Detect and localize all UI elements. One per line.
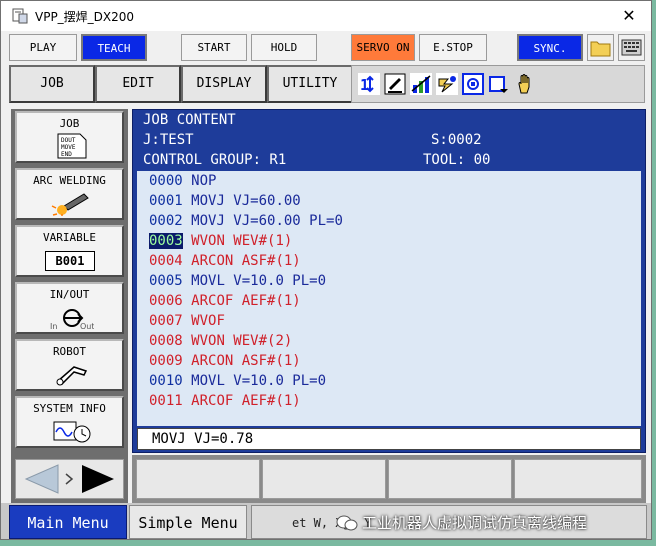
- footer-bar: Main Menu Simple Menu et W, Xg, Y 工业机器人虚…: [1, 503, 651, 539]
- inout-menu-button[interactable]: IN/OUT In Out: [15, 282, 124, 334]
- soft-key-bar: [132, 455, 646, 503]
- close-button[interactable]: ✕: [615, 4, 643, 28]
- arrow-left-icon[interactable]: [20, 463, 64, 495]
- instruction-edit-line[interactable]: MOVJ VJ=0.78: [137, 428, 641, 450]
- robot-menu-button[interactable]: ROBOT: [15, 339, 124, 391]
- job-line[interactable]: 0007 WVOF: [149, 311, 225, 331]
- cycle-icon: [489, 76, 508, 93]
- status-icon-bar: 1: [351, 65, 645, 103]
- step-number: S:0002: [431, 132, 482, 148]
- wechat-icon: [336, 515, 358, 531]
- welding-torch-icon: [51, 193, 89, 216]
- job-menu-label: JOB: [59, 117, 80, 130]
- svg-text:In: In: [50, 322, 57, 330]
- title-bar: VPP_摆焊_DX200 ✕: [1, 1, 651, 31]
- svg-text:DOUT: DOUT: [61, 137, 76, 144]
- svg-text:Out: Out: [80, 322, 94, 330]
- variable-label: VARIABLE: [43, 231, 96, 244]
- soft-key-4[interactable]: [514, 459, 642, 499]
- job-line[interactable]: 0011 ARCOF AEF#(1): [149, 391, 301, 411]
- monitor-icon: [462, 73, 484, 95]
- simple-menu-button[interactable]: Simple Menu: [129, 505, 247, 539]
- soft-key-1[interactable]: [136, 459, 260, 499]
- system-info-icon: [53, 421, 91, 443]
- job-line[interactable]: 0010 MOVL V=10.0 PL=0: [149, 371, 326, 391]
- job-line[interactable]: 0001 MOVJ VJ=60.00: [149, 191, 301, 211]
- job-content-panel: JOB CONTENT J:TEST S:0002 CONTROL GROUP:…: [132, 109, 646, 453]
- system-info-label: SYSTEM INFO: [33, 402, 106, 415]
- control-group: CONTROL GROUP: R1: [143, 152, 287, 168]
- app-icon: [12, 8, 28, 24]
- menu-utility[interactable]: UTILITY: [267, 65, 353, 103]
- link-icon: [65, 473, 74, 485]
- soft-key-2[interactable]: [262, 459, 386, 499]
- pendant-window: VPP_摆焊_DX200 ✕ PLAY TEACH START HOLD SER…: [0, 0, 652, 540]
- job-line[interactable]: 0002 MOVJ VJ=60.00 PL=0: [149, 211, 343, 231]
- coordinate-icon: [410, 73, 432, 95]
- soft-key-3[interactable]: [388, 459, 512, 499]
- job-line-cursor[interactable]: 0003 WVON WEV#(1): [149, 231, 292, 251]
- sync-button[interactable]: SYNC.: [517, 34, 583, 61]
- teach-button[interactable]: TEACH: [81, 34, 147, 61]
- start-button[interactable]: START: [181, 34, 247, 61]
- servo-on-button[interactable]: SERVO ON: [351, 34, 415, 61]
- svg-text:MOVE: MOVE: [61, 144, 76, 151]
- inout-label: IN/OUT: [49, 288, 90, 301]
- job-line-list[interactable]: 0000 NOP 0001 MOVJ VJ=60.00 0002 MOVJ VJ…: [137, 171, 641, 426]
- keyboard-icon[interactable]: [618, 34, 645, 61]
- svg-text:END: END: [61, 151, 72, 158]
- page-arrow-panel: [15, 459, 124, 499]
- system-info-menu-button[interactable]: SYSTEM INFO: [15, 396, 124, 448]
- robot-label: ROBOT: [52, 345, 87, 358]
- inout-icon: In Out: [50, 309, 94, 330]
- menu-display[interactable]: DISPLAY: [181, 65, 267, 103]
- job-line[interactable]: 0000 NOP: [149, 171, 216, 191]
- robot-axis-status-icon: 1: [358, 73, 380, 95]
- variable-menu-button[interactable]: VARIABLE B001: [15, 225, 124, 277]
- menu-bar: JOB EDIT DISPLAY UTILITY: [9, 65, 353, 103]
- tool-number: TOOL: 00: [423, 152, 491, 168]
- menu-job[interactable]: JOB: [9, 65, 95, 103]
- hand-icon: [518, 74, 530, 94]
- main-menu-button[interactable]: Main Menu: [9, 505, 127, 539]
- job-line[interactable]: 0009 ARCON ASF#(1): [149, 351, 301, 371]
- message-area: et W, Xg, Y 工业机器人虚拟调试仿真离线编程: [251, 505, 647, 539]
- folder-icon[interactable]: [587, 34, 614, 61]
- job-line[interactable]: 0005 MOVL V=10.0 PL=0: [149, 271, 326, 291]
- watermark-text: 工业机器人虚拟调试仿真离线编程: [336, 506, 587, 538]
- job-document-icon: DOUT MOVE END: [57, 133, 87, 159]
- edit-lock-icon: [384, 73, 406, 95]
- arc-welding-menu-button[interactable]: ARC WELDING: [15, 168, 124, 220]
- arc-welding-label: ARC WELDING: [33, 174, 106, 187]
- play-button[interactable]: PLAY: [9, 34, 77, 61]
- job-name: J:TEST: [143, 132, 194, 148]
- job-line[interactable]: 0004 ARCON ASF#(1): [149, 251, 301, 271]
- job-line[interactable]: 0008 WVON WEV#(2): [149, 331, 292, 351]
- job-line[interactable]: 0006 ARCOF AEF#(1): [149, 291, 301, 311]
- arrow-right-icon[interactable]: [76, 463, 120, 495]
- robot-arm-icon: [56, 366, 88, 386]
- job-menu-button[interactable]: JOB DOUT MOVE END: [15, 111, 124, 163]
- hold-button[interactable]: HOLD: [251, 34, 317, 61]
- estop-button[interactable]: E.STOP: [419, 34, 487, 61]
- message-text: et W, Xg, Y: [292, 516, 372, 530]
- variable-icon: B001: [45, 251, 95, 271]
- speed-icon: [436, 73, 458, 95]
- left-menu-panel: JOB DOUT MOVE END ARC WELDING VARIABLE B…: [11, 109, 128, 503]
- job-content-title: JOB CONTENT: [143, 112, 236, 128]
- job-header: JOB CONTENT J:TEST S:0002 CONTROL GROUP:…: [133, 110, 645, 170]
- window-title: VPP_摆焊_DX200: [35, 10, 135, 24]
- menu-edit[interactable]: EDIT: [95, 65, 181, 103]
